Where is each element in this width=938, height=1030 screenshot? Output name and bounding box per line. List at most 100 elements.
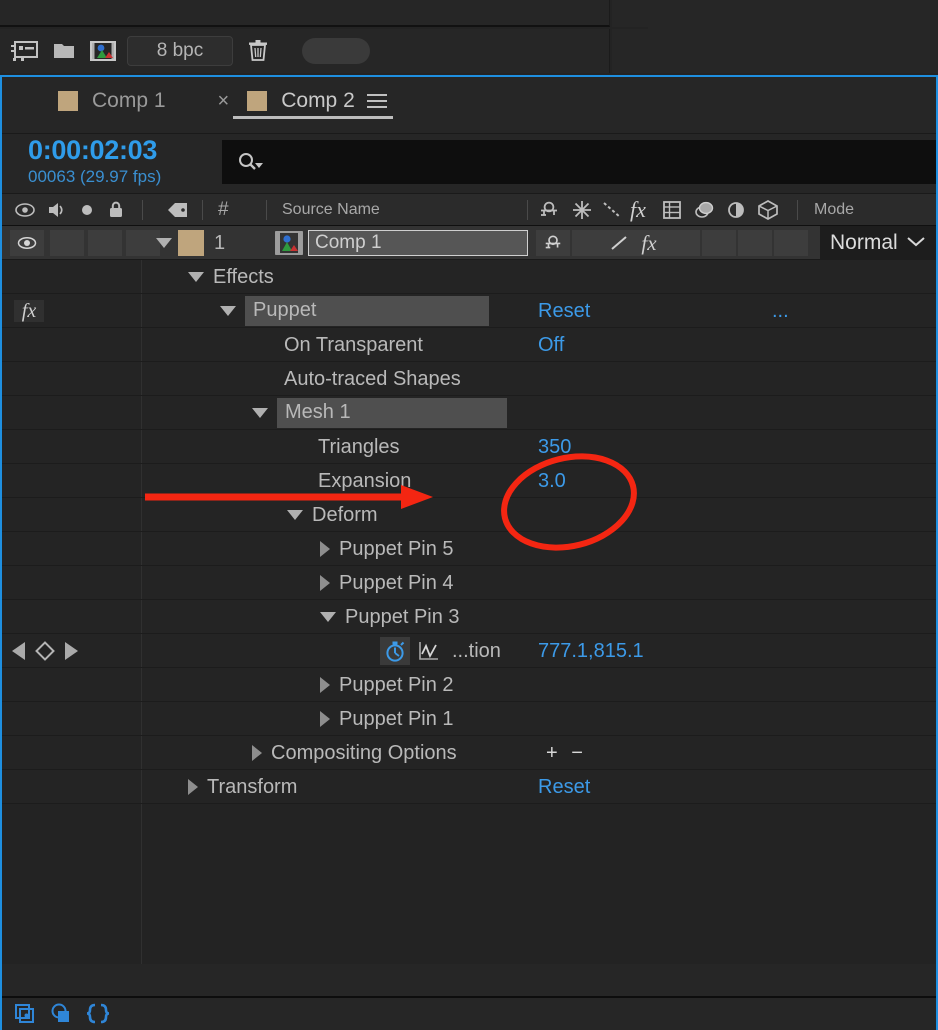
next-keyframe-icon[interactable] (65, 642, 78, 660)
tab-close-icon[interactable]: × (218, 91, 230, 111)
twirl-down-icon[interactable] (188, 272, 204, 282)
layer-solo-toggle[interactable] (88, 226, 122, 260)
property-row-puppet-pin-1[interactable]: Puppet Pin 1 (2, 702, 936, 736)
solo-column-header[interactable] (78, 194, 96, 226)
layer-twirl-toggle[interactable] (147, 226, 181, 260)
property-label: Puppet Pin 1 (339, 707, 454, 730)
twirl-right-icon[interactable] (320, 711, 330, 727)
property-row-expansion[interactable]: Expansion 3.0 (2, 464, 936, 498)
project-search-pill[interactable] (302, 38, 370, 64)
layer-row[interactable]: 1 Comp 1 fx Normal (2, 226, 936, 260)
property-value[interactable]: 3.0 (538, 464, 566, 498)
layer-blend-mode-dropdown[interactable]: Normal (820, 226, 936, 260)
twirl-right-icon[interactable] (320, 541, 330, 557)
twirl-down-icon[interactable] (287, 510, 303, 520)
transform-reset-link[interactable]: Reset (538, 770, 590, 804)
new-composition-icon[interactable] (86, 36, 120, 66)
layer-adjustment-switch[interactable] (738, 226, 772, 260)
column-header-row: # Source Name fx Mode (2, 194, 936, 226)
label-column-header[interactable] (166, 194, 190, 226)
property-label: Puppet (245, 296, 489, 326)
comp-color-swatch (58, 91, 78, 111)
property-row-on-transparent[interactable]: On Transparent Off (2, 328, 936, 362)
tab-comp-1[interactable]: Comp 1 (44, 77, 180, 125)
effect-reset-link[interactable]: Reset (538, 294, 590, 328)
twirl-down-icon[interactable] (320, 612, 336, 622)
layer-frame-blending-switch[interactable] (666, 226, 700, 260)
twirl-down-icon[interactable] (252, 408, 268, 418)
layer-video-toggle[interactable] (10, 226, 44, 260)
twirl-right-icon[interactable] (320, 677, 330, 693)
keyframe-navigator[interactable] (12, 634, 78, 668)
twirl-right-icon[interactable] (188, 779, 198, 795)
property-row-puppet-pin-3[interactable]: Puppet Pin 3 (2, 600, 936, 634)
blend-mode-label: Normal (830, 231, 898, 254)
property-row-mesh-1[interactable]: Mesh 1 (2, 396, 936, 430)
trash-icon[interactable] (241, 36, 275, 66)
property-value[interactable]: 350 (538, 430, 571, 464)
3d-layer-column-header[interactable] (756, 194, 780, 226)
timeline-panel: Comp 1 × Comp 2 0:00:02:03 00063 (29.97 … (0, 75, 938, 1030)
effects-fx-column-header[interactable]: fx (630, 194, 646, 226)
layer-effects-switch[interactable]: fx (632, 226, 666, 260)
add-remove-mask-reference-button[interactable]: + − (546, 736, 587, 770)
stopwatch-icon[interactable] (380, 637, 410, 665)
property-row-puppet-pin-4[interactable]: Puppet Pin 4 (2, 566, 936, 600)
frame-blending-column-header[interactable] (660, 194, 684, 226)
transfer-controls-toggle-icon[interactable] (48, 1001, 76, 1027)
adjustment-layer-column-header[interactable] (724, 194, 748, 226)
quality-column-header[interactable] (600, 194, 624, 226)
twirl-right-icon[interactable] (252, 745, 262, 761)
layer-motion-blur-switch[interactable] (702, 226, 736, 260)
layer-collapse-switch[interactable] (572, 226, 606, 260)
layer-quality-switch[interactable] (602, 226, 636, 260)
in-out-duration-stretch-toggle-icon[interactable] (84, 1001, 112, 1027)
property-row-effects[interactable]: Effects (2, 260, 936, 294)
layer-switches-toggle-icon[interactable] (12, 1001, 40, 1027)
layer-3d-switch[interactable] (774, 226, 808, 260)
index-column-header[interactable]: # (218, 194, 229, 226)
layer-audio-toggle[interactable] (50, 226, 84, 260)
panel-menu-icon[interactable] (366, 90, 387, 112)
effect-fx-icon[interactable]: fx (14, 300, 44, 322)
keyframe-diamond-icon[interactable] (35, 641, 55, 661)
lock-column-header[interactable] (106, 194, 126, 226)
graph-editor-icon[interactable] (416, 639, 442, 663)
tab-label: Comp 2 (281, 89, 355, 112)
video-column-header[interactable] (14, 194, 36, 226)
collapse-transformations-column-header[interactable] (570, 194, 594, 226)
effect-options-ellipsis[interactable]: ... (772, 294, 789, 328)
property-row-puppet[interactable]: fx Puppet Reset ... (2, 294, 936, 328)
search-input[interactable] (222, 140, 936, 184)
previous-keyframe-icon[interactable] (12, 642, 25, 660)
audio-column-header[interactable] (46, 194, 68, 226)
source-name-column-header[interactable]: Source Name (282, 194, 380, 226)
property-value[interactable]: 777.1,815.1 (538, 634, 644, 668)
motion-blur-column-header[interactable] (692, 194, 718, 226)
shy-icon (536, 230, 570, 256)
project-settings-icon[interactable] (8, 36, 42, 66)
property-row-transform[interactable]: Transform Reset (2, 770, 936, 804)
property-value[interactable]: Off (538, 328, 564, 362)
property-row-auto-traced-shapes[interactable]: Auto-traced Shapes (2, 362, 936, 396)
source-name-field[interactable]: Comp 1 (308, 230, 528, 256)
tab-comp-2[interactable]: Comp 2 (233, 77, 401, 125)
twirl-right-icon[interactable] (320, 575, 330, 591)
twirl-down-icon[interactable] (220, 306, 236, 316)
composition-thumbnail-icon (274, 226, 304, 260)
property-row-triangles[interactable]: Triangles 350 (2, 430, 936, 464)
property-row-compositing-options[interactable]: Compositing Options + − (2, 736, 936, 770)
layer-shy-switch[interactable] (536, 226, 570, 260)
timeline-empty-area[interactable] (2, 804, 936, 964)
bit-depth-button[interactable]: 8 bpc (127, 36, 233, 66)
property-row-deform[interactable]: Deform (2, 498, 936, 532)
property-row-puppet-pin-5[interactable]: Puppet Pin 5 (2, 532, 936, 566)
mode-column-header[interactable]: Mode (814, 194, 854, 226)
shy-column-header[interactable] (536, 194, 562, 226)
property-row-position[interactable]: ...tion 777.1,815.1 (2, 634, 936, 668)
search-icon (236, 150, 266, 174)
new-folder-icon[interactable] (47, 36, 81, 66)
current-time-display[interactable]: 0:00:02:03 (28, 135, 157, 166)
property-row-puppet-pin-2[interactable]: Puppet Pin 2 (2, 668, 936, 702)
layer-label-swatch[interactable] (178, 226, 204, 260)
